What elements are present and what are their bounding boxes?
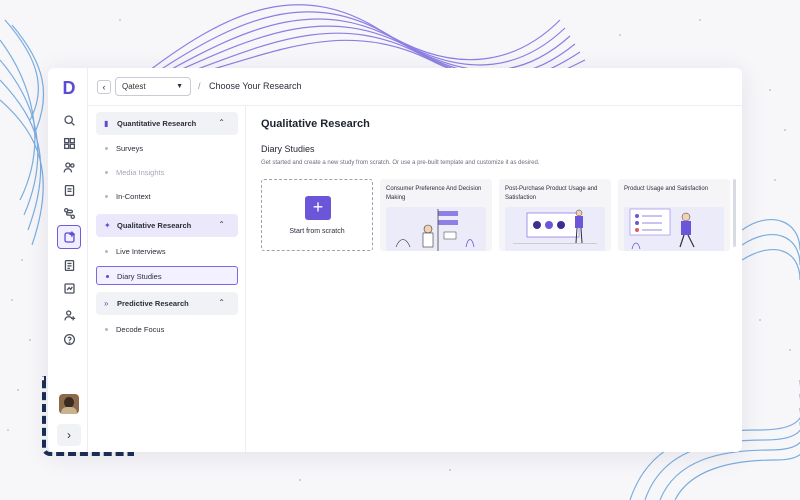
app-window: D › ‹ Qatest ▼ / Choose Your Research ▮ … bbox=[48, 68, 742, 452]
template-card[interactable]: Post-Purchase Product Usage and Satisfac… bbox=[499, 179, 611, 251]
expand-rail-button[interactable]: › bbox=[57, 424, 81, 446]
template-title: Consumer Preference And Decision Making bbox=[386, 186, 482, 201]
research-type-sidebar: ▮ Quantitative Research ⌃ Surveys Media … bbox=[88, 106, 246, 452]
top-bar: ‹ Qatest ▼ / Choose Your Research bbox=[88, 68, 742, 106]
category-label: Qualitative Research bbox=[117, 221, 192, 230]
chevron-up-icon: ⌃ bbox=[218, 220, 225, 229]
bullet-dot bbox=[105, 250, 108, 253]
sidebar-item-media-insights: Media Insights bbox=[96, 163, 238, 182]
back-button[interactable]: ‹ bbox=[97, 80, 111, 94]
grid-icon[interactable] bbox=[59, 133, 79, 153]
category-label: Quantitative Research bbox=[117, 119, 197, 128]
sparkle-icon: ✦ bbox=[104, 221, 111, 230]
sidebar-item-label: Media Insights bbox=[116, 168, 165, 177]
users-icon[interactable] bbox=[59, 157, 79, 177]
plus-icon: + bbox=[305, 196, 331, 220]
category-qualitative-research[interactable]: ✦ Qualitative Research ⌃ bbox=[96, 214, 238, 237]
bullet-dot bbox=[105, 195, 108, 198]
template-title: Post-Purchase Product Usage and Satisfac… bbox=[505, 186, 598, 201]
breadcrumb-separator: / bbox=[198, 81, 201, 91]
sidebar-item-label: Surveys bbox=[116, 144, 144, 153]
sidebar-item-label: Decode Focus bbox=[116, 325, 165, 334]
sidebar-item-label: In-Context bbox=[116, 192, 151, 201]
horizontal-scrollbar[interactable] bbox=[733, 179, 736, 247]
chart-icon[interactable] bbox=[59, 278, 79, 298]
chevron-down-icon: ▼ bbox=[176, 83, 183, 90]
forward-icon: » bbox=[104, 299, 109, 308]
bullet-dot bbox=[105, 328, 108, 331]
section-description: Get started and create a new study from … bbox=[261, 160, 540, 166]
icon-rail: D › bbox=[48, 68, 88, 452]
flow-icon[interactable] bbox=[59, 203, 79, 223]
start-from-scratch-card[interactable]: + Start from scratch bbox=[261, 179, 373, 251]
sidebar-item-label: Diary Studies bbox=[117, 272, 162, 281]
category-quantitative-research[interactable]: ▮ Quantitative Research ⌃ bbox=[96, 112, 238, 135]
sidebar-item-label: Live Interviews bbox=[116, 247, 166, 256]
chevron-up-icon: ⌃ bbox=[218, 298, 225, 307]
add-user-icon[interactable] bbox=[59, 305, 79, 325]
subsection-heading: Diary Studies bbox=[261, 144, 315, 154]
chevron-up-icon: ⌃ bbox=[218, 118, 225, 127]
template-illustration bbox=[505, 207, 605, 251]
app-logo[interactable]: D bbox=[61, 78, 77, 98]
sidebar-item-diary-studies[interactable]: Diary Studies bbox=[96, 266, 238, 285]
sidebar-item-in-context[interactable]: In-Context bbox=[96, 187, 238, 206]
help-icon[interactable] bbox=[59, 329, 79, 349]
notes-icon[interactable] bbox=[59, 255, 79, 275]
template-title: Product Usage and Satisfaction bbox=[624, 186, 709, 192]
category-label: Predictive Research bbox=[117, 299, 189, 308]
template-illustration bbox=[386, 207, 486, 251]
bullet-dot bbox=[106, 275, 109, 278]
main-content: Qualitative Research Diary Studies Get s… bbox=[246, 106, 742, 452]
sidebar-item-live-interviews[interactable]: Live Interviews bbox=[96, 242, 238, 261]
page-title: Choose Your Research bbox=[209, 81, 302, 91]
category-predictive-research[interactable]: » Predictive Research ⌃ bbox=[96, 292, 238, 315]
project-select[interactable]: Qatest ▼ bbox=[115, 77, 191, 96]
section-heading: Qualitative Research bbox=[261, 118, 370, 130]
bar-chart-icon: ▮ bbox=[104, 119, 109, 128]
bullet-dot bbox=[105, 171, 108, 174]
search-icon[interactable] bbox=[59, 110, 79, 130]
document-icon[interactable] bbox=[59, 180, 79, 200]
avatar-body bbox=[61, 407, 77, 414]
sidebar-item-decode-focus[interactable]: Decode Focus bbox=[96, 320, 238, 339]
user-avatar[interactable] bbox=[59, 394, 79, 414]
template-card[interactable]: Product Usage and Satisfaction bbox=[618, 179, 730, 251]
project-select-value: Qatest bbox=[122, 82, 146, 91]
sidebar-item-surveys[interactable]: Surveys bbox=[96, 139, 238, 158]
template-card[interactable]: Consumer Preference And Decision Making bbox=[380, 179, 492, 251]
research-icon[interactable] bbox=[57, 225, 81, 249]
bullet-dot bbox=[105, 147, 108, 150]
start-from-scratch-label: Start from scratch bbox=[289, 228, 345, 235]
template-illustration bbox=[624, 207, 724, 251]
